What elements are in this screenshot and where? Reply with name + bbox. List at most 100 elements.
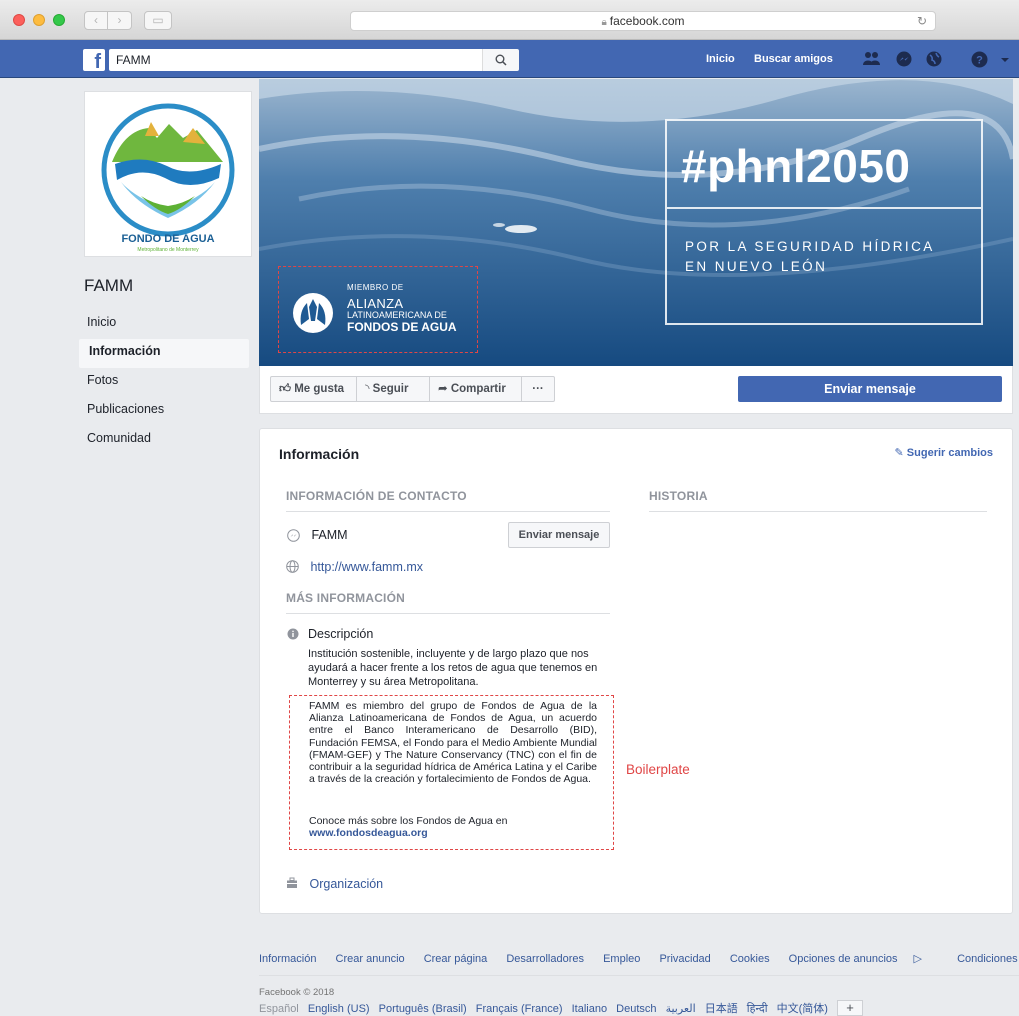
forward-button[interactable]: › xyxy=(108,11,132,30)
caret-down-icon[interactable] xyxy=(999,51,1011,68)
messenger-icon[interactable] xyxy=(895,51,913,68)
member-de-label: MIEMBRO DE xyxy=(347,283,404,292)
logo-title: FONDO DE AGUA xyxy=(121,233,214,245)
follow-button[interactable]: ◝ Seguir xyxy=(356,376,430,402)
like-button[interactable]: 👍︎ Me gusta xyxy=(270,376,357,402)
info-circle-icon xyxy=(286,628,300,642)
address-bar[interactable]: 🔒︎ facebook.com ↻ xyxy=(350,11,936,31)
chevron-left-icon: ‹ xyxy=(94,13,98,27)
suggest-changes-link[interactable]: ✎ Sugerir cambios xyxy=(895,446,993,459)
back-button[interactable]: ‹ xyxy=(84,11,108,30)
lang-chinese[interactable]: 中文(简体) xyxy=(777,1003,828,1015)
sidebar-item-fotos[interactable]: Fotos xyxy=(79,368,249,397)
page-title[interactable]: FAMM xyxy=(84,276,133,296)
organization-row: Organización xyxy=(286,877,383,892)
reload-icon[interactable]: ↻ xyxy=(917,12,927,30)
more-languages-button[interactable]: + xyxy=(837,1000,863,1016)
footer-link-condiciones[interactable]: Condiciones xyxy=(957,953,1018,965)
fondo-de-agua-logo: FONDO DE AGUA Metropolitano de Monterrey xyxy=(101,103,235,253)
footer-link-crear-anuncio[interactable]: Crear anuncio xyxy=(336,953,405,965)
facebook-logo-icon[interactable]: f xyxy=(83,49,105,71)
sidebar-toggle-button[interactable]: ▭ xyxy=(144,11,172,30)
description-text: Institución sostenible, incluyente y de … xyxy=(308,648,598,688)
lang-hindi[interactable]: हिन्दी xyxy=(747,1003,768,1015)
nav-inicio-link[interactable]: Inicio xyxy=(706,53,735,65)
lang-francais[interactable]: Français (France) xyxy=(476,1003,563,1015)
website-link[interactable]: http://www.famm.mx xyxy=(310,560,423,574)
footer-link-informacion[interactable]: Información xyxy=(259,953,316,965)
briefcase-icon xyxy=(286,877,298,892)
lang-portugues[interactable]: Português (Brasil) xyxy=(379,1003,467,1015)
alianza-label: ALIANZA xyxy=(347,296,404,311)
nav-buscar-amigos-link[interactable]: Buscar amigos xyxy=(754,53,833,65)
boilerplate-annotation-box: FAMM es miembro del grupo de Fondos de A… xyxy=(289,695,614,850)
more-info-heading: MÁS INFORMACIÓN xyxy=(286,591,405,605)
page-profile-picture[interactable]: FONDO DE AGUA Metropolitano de Monterrey xyxy=(84,91,252,257)
sidebar-item-publicaciones[interactable]: Publicaciones xyxy=(79,397,249,426)
url-text: facebook.com xyxy=(609,14,685,28)
cover-slogan-line1: POR LA SEGURIDAD HÍDRICA xyxy=(685,239,935,254)
sidebar-item-informacion[interactable]: Información xyxy=(79,339,249,368)
help-icon[interactable]: ? xyxy=(970,51,988,68)
lang-deutsch[interactable]: Deutsch xyxy=(616,1003,656,1015)
lang-japanese[interactable]: 日本語 xyxy=(705,1003,738,1015)
phnl2050-banner: #phnl2050 POR LA SEGURIDAD HÍDRICA EN NU… xyxy=(665,119,983,325)
thumbs-up-icon: 👍︎ xyxy=(279,383,295,395)
fondos-de-agua-link[interactable]: www.fondosdeagua.org xyxy=(309,827,428,839)
globe-icon xyxy=(286,560,299,576)
footer-link-desarrolladores[interactable]: Desarrolladores xyxy=(506,953,584,965)
send-message-button[interactable]: Enviar mensaje xyxy=(738,376,1002,402)
cover-slogan-line2: EN NUEVO LEÓN xyxy=(685,259,828,274)
boilerplate-more-text: Conoce más sobre los Fondos de Agua en xyxy=(309,815,508,827)
cover-photo[interactable]: #phnl2050 POR LA SEGURIDAD HÍDRICA EN NU… xyxy=(259,79,1013,366)
lang-italiano[interactable]: Italiano xyxy=(572,1003,607,1015)
more-info-divider xyxy=(286,613,610,614)
sidebar-item-comunidad[interactable]: Comunidad xyxy=(79,426,249,455)
rss-icon: ◝ xyxy=(365,383,373,395)
footer-link-cookies[interactable]: Cookies xyxy=(730,953,770,965)
banner-divider xyxy=(667,207,981,209)
adchoices-icon: ▷ xyxy=(913,953,922,965)
close-window-button[interactable] xyxy=(13,14,25,26)
minimize-window-button[interactable] xyxy=(33,14,45,26)
lang-english[interactable]: English (US) xyxy=(308,1003,370,1015)
alianza-member-badge: MIEMBRO DE ALIANZA LATINOAMERICANA DE FO… xyxy=(278,266,478,353)
browser-chrome: ‹ › ▭ 🔒︎ facebook.com ↻ xyxy=(0,0,1019,40)
footer-links: Información Crear anuncio Crear página D… xyxy=(259,952,1019,968)
contact-divider xyxy=(286,511,610,512)
fondos-de-agua-label: FONDOS DE AGUA xyxy=(347,320,457,334)
facebook-header: f Inicio Buscar amigos ? xyxy=(0,40,1019,78)
footer-link-privacidad[interactable]: Privacidad xyxy=(659,953,710,965)
sidebar-item-inicio[interactable]: Inicio xyxy=(79,310,249,339)
language-selector: Español English (US) Português (Brasil) … xyxy=(259,1000,1019,1016)
info-send-message-button[interactable]: Enviar mensaje xyxy=(508,522,610,548)
messenger-name: FAMM xyxy=(311,528,348,542)
info-title: Información xyxy=(279,446,360,462)
search-button[interactable] xyxy=(482,49,519,71)
chevron-right-icon: › xyxy=(117,13,122,27)
page-action-bar: 👍︎ Me gusta ◝ Seguir ➦ Compartir ··· Env… xyxy=(259,366,1013,414)
svg-text:?: ? xyxy=(976,55,983,67)
lang-arabic[interactable]: العربية xyxy=(666,1003,696,1015)
footer-link-crear-pagina[interactable]: Crear página xyxy=(424,953,488,965)
footer-divider xyxy=(259,975,1019,976)
organization-link[interactable]: Organización xyxy=(309,877,383,891)
search-input[interactable] xyxy=(109,49,509,71)
footer-link-opciones-anuncios[interactable]: Opciones de anuncios ▷ xyxy=(789,953,938,965)
website-row: http://www.famm.mx xyxy=(286,560,423,576)
description-title: Descripción xyxy=(308,627,374,641)
historia-heading: HISTORIA xyxy=(649,489,708,503)
friends-icon[interactable] xyxy=(863,51,881,68)
more-options-button[interactable]: ··· xyxy=(521,376,555,402)
copyright-text: Facebook © 2018 xyxy=(259,987,335,998)
page-left-nav: Inicio Información Fotos Publicaciones C… xyxy=(79,310,249,455)
pencil-icon: ✎ xyxy=(894,447,907,459)
boilerplate-label: Boilerplate xyxy=(626,762,690,777)
lang-espanol: Español xyxy=(259,1003,299,1015)
maximize-window-button[interactable] xyxy=(53,14,65,26)
share-arrow-icon: ➦ xyxy=(438,383,451,395)
contact-info-heading: INFORMACIÓN DE CONTACTO xyxy=(286,489,467,503)
globe-icon[interactable] xyxy=(925,51,943,68)
footer-link-empleo[interactable]: Empleo xyxy=(603,953,640,965)
share-button[interactable]: ➦ Compartir xyxy=(429,376,522,402)
